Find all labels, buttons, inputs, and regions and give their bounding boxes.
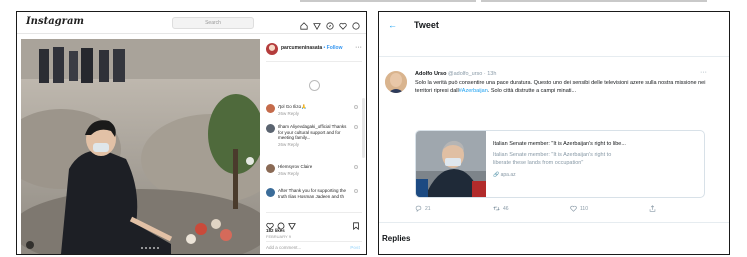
explore-icon[interactable] <box>326 17 334 30</box>
comment-meta[interactable]: 26w Reply <box>278 111 348 117</box>
instagram-nav <box>300 17 360 31</box>
divider <box>379 56 729 57</box>
instagram-post-screenshot: Instagram Search parcumeninasata • Follo… <box>16 11 367 255</box>
comment-text: Hlemsyrov Claire <box>278 164 313 169</box>
author-handle[interactable]: @adolfo_urso · 13h <box>448 71 496 77</box>
share-button[interactable] <box>649 205 656 212</box>
follow-button[interactable]: • Follow <box>324 45 343 51</box>
divider <box>266 212 362 213</box>
top-divider <box>300 0 476 2</box>
likes-count[interactable]: 182 likes <box>266 228 285 233</box>
avatar[interactable] <box>266 124 275 133</box>
card-domain: 🔗 apa.az <box>493 172 516 178</box>
comment-like-icon[interactable] <box>354 105 358 109</box>
retweet-icon <box>493 206 500 211</box>
comment-text: Ӆol Go Ilizɑ🙏 <box>278 104 307 109</box>
avatar[interactable] <box>266 104 275 113</box>
user-tag-icon[interactable] <box>26 241 34 249</box>
tweet-screenshot: ← Tweet Adolfo Urso @adolfo_urso · 13h ·… <box>378 11 730 255</box>
card-thumbnail-image <box>416 131 486 197</box>
author-username[interactable]: parcumeninasata <box>281 45 322 51</box>
hashtag-link[interactable]: #Azerbaijan <box>459 88 488 94</box>
instagram-logo[interactable]: Instagram <box>26 16 84 27</box>
comment-text: Ilham Aliyevdagaki_official Thanks for y… <box>278 124 347 141</box>
like-button[interactable]: 110 <box>570 205 588 212</box>
comments-scrollbar[interactable] <box>362 98 365 158</box>
comment-meta[interactable]: 26w Reply <box>278 142 348 148</box>
comment-text: After Thank you for supporting the truth… <box>278 188 346 199</box>
more-options-icon[interactable]: ··· <box>700 69 707 76</box>
divider <box>266 241 362 242</box>
next-image-button[interactable] <box>246 157 254 165</box>
caption-avatar-icon <box>309 80 320 91</box>
retweet-button[interactable]: 46 <box>493 205 509 212</box>
avatar[interactable] <box>266 164 275 173</box>
post-sidebar: parcumeninasata • Follow ··· Ӆol Go Iliz… <box>262 38 366 254</box>
profile-icon[interactable] <box>352 17 360 30</box>
divider <box>266 61 362 62</box>
tweet-text-end: . Solo città distrutte a campi minati... <box>487 88 577 94</box>
carousel-dots <box>141 247 159 249</box>
tweet-header: ← Tweet <box>379 12 729 38</box>
home-icon[interactable] <box>300 17 308 30</box>
tweet-text: Solo la verità può consentire una pace d… <box>415 79 709 95</box>
card-domain-text: apa.az <box>500 172 516 178</box>
page-title: Tweet <box>414 20 439 30</box>
author-name[interactable]: Adolfo Urso <box>415 71 446 77</box>
reply-count: 21 <box>425 205 431 212</box>
post-author: parcumeninasata • Follow ··· <box>266 43 366 57</box>
search-input[interactable]: Search <box>172 17 254 29</box>
share-icon <box>649 205 656 212</box>
heart-icon[interactable] <box>339 17 347 30</box>
instagram-top-bar: Instagram Search <box>17 12 366 34</box>
link-preview-card[interactable]: Italian Senate member: "It is Azerbaijan… <box>415 130 705 198</box>
avatar[interactable] <box>266 188 275 197</box>
like-heart-icon <box>570 205 577 212</box>
avatar-image <box>385 71 407 93</box>
retweet-count: 46 <box>503 205 509 212</box>
reply-button[interactable]: 21 <box>415 205 431 212</box>
post-photo[interactable] <box>21 39 260 254</box>
back-arrow-icon[interactable]: ← <box>388 20 397 30</box>
tweet-actions: 21 46 110 <box>415 205 705 215</box>
comment-meta[interactable]: 26w Reply <box>278 171 348 177</box>
post-comment-button[interactable]: Post <box>350 245 360 250</box>
top-divider <box>481 0 707 2</box>
add-comment-input[interactable]: Add a comment... <box>266 245 301 250</box>
reply-icon <box>415 205 422 212</box>
post-photo-image <box>21 39 260 254</box>
comment-like-icon[interactable] <box>354 125 358 129</box>
divider <box>379 222 729 223</box>
replies-heading: Replies <box>382 234 411 243</box>
card-thumbnail <box>416 131 486 197</box>
share-icon[interactable] <box>288 217 296 235</box>
comment-like-icon[interactable] <box>354 189 358 193</box>
like-count: 110 <box>580 205 588 212</box>
direct-icon[interactable] <box>313 17 321 31</box>
avatar[interactable] <box>266 43 278 55</box>
card-description: Italian Senate member: "It is Azerbaijan… <box>493 152 612 166</box>
post-date: FEBRUARY 9 <box>266 234 291 239</box>
avatar[interactable] <box>385 71 407 93</box>
card-title: Italian Senate member: "It is Azerbaijan… <box>493 141 626 147</box>
bookmark-icon[interactable] <box>352 217 360 235</box>
more-options-icon[interactable]: ··· <box>355 44 362 51</box>
comment-like-icon[interactable] <box>354 165 358 169</box>
